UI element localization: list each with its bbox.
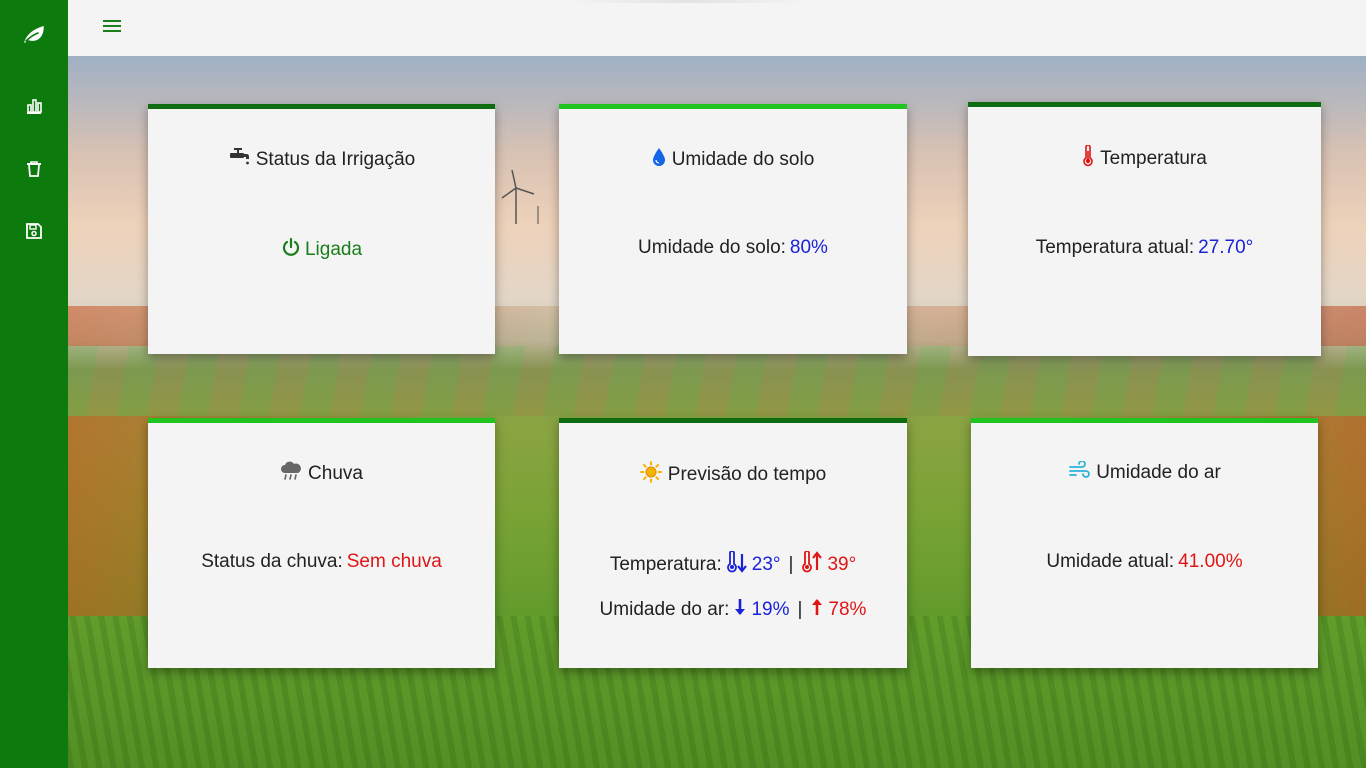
sidebar-item-home[interactable] <box>0 16 68 56</box>
sun-icon <box>639 461 662 489</box>
temperature-label: Temperatura atual: <box>1035 237 1195 258</box>
rain-title-text: Chuva <box>308 463 363 484</box>
air-value: 41.00% <box>1178 551 1243 572</box>
forecast-card-title: Previsão do tempo <box>559 461 907 489</box>
forecast-humidity-separator: | <box>797 599 803 620</box>
irrigation-card: Status da Irrigação Ligada <box>148 104 495 354</box>
faucet-icon <box>228 147 250 173</box>
sidebar-item-delete[interactable] <box>0 151 68 191</box>
temp-low-icon <box>726 550 748 579</box>
rain-status-reading: Status da chuva: Sem chuva <box>148 551 495 573</box>
forecast-temp-min: 23° <box>751 554 781 575</box>
temperature-reading: Temperatura atual: 27.70° <box>968 237 1321 259</box>
top-bar <box>68 0 1366 56</box>
soil-label: Umidade do solo: <box>638 237 786 258</box>
wind-icon <box>1068 460 1091 485</box>
irrigation-status-text: Ligada <box>304 239 363 260</box>
soil-humidity-card: Umidade do solo Umidade do solo: 80% <box>559 104 907 354</box>
forecast-temp-separator: | <box>788 554 794 575</box>
temperature-card: Temperatura Temperatura atual: 27.70° <box>968 102 1321 356</box>
temp-high-icon <box>801 550 823 579</box>
temperature-card-title: Temperatura <box>968 144 1321 173</box>
irrigation-status: Ligada <box>148 237 495 263</box>
rain-card-title: Chuva <box>148 461 495 487</box>
water-drop-icon <box>652 147 666 173</box>
forecast-temperature-row: Temperatura: 23° | 39° <box>559 550 907 579</box>
forecast-humidity-max: 78% <box>828 599 867 620</box>
temperature-value: 27.70° <box>1198 237 1254 258</box>
rain-card: Chuva Status da chuva: Sem chuva <box>148 418 495 668</box>
arrow-up-icon <box>810 597 824 623</box>
cloud-rain-icon <box>280 461 302 487</box>
sidebar-item-save[interactable] <box>0 213 68 253</box>
menu-toggle-button[interactable] <box>100 16 124 40</box>
temperature-title-text: Temperatura <box>1100 148 1207 169</box>
air-title-text: Umidade do ar <box>1096 462 1221 483</box>
hamburger-menu-icon <box>103 19 121 38</box>
leaf-icon <box>22 24 46 49</box>
forecast-humidity-label: Umidade do ar: <box>599 599 730 620</box>
soil-humidity-reading: Umidade do solo: 80% <box>559 237 907 259</box>
bar-chart-icon <box>25 97 43 120</box>
soil-title-text: Umidade do solo <box>671 149 815 170</box>
forecast-humidity-row: Umidade do ar: 19% | 78% <box>559 597 907 623</box>
sidebar-item-charts[interactable] <box>0 88 68 128</box>
forecast-title-text: Previsão do tempo <box>667 464 827 485</box>
sidebar <box>0 0 68 768</box>
forecast-card: Previsão do tempo Temperatura: 23° | 39°… <box>559 418 907 668</box>
air-card-title: Umidade do ar <box>971 460 1318 485</box>
thermometer-icon <box>1082 144 1094 173</box>
soil-card-title: Umidade do solo <box>559 147 907 173</box>
forecast-temp-max: 39° <box>827 554 857 575</box>
wind-turbine-decoration <box>501 169 539 224</box>
top-bar-decoration <box>568 0 808 3</box>
trash-icon <box>26 160 42 183</box>
soil-value: 80% <box>789 237 828 258</box>
air-humidity-card: Umidade do ar Umidade atual: 41.00% <box>971 418 1318 668</box>
air-label: Umidade atual: <box>1046 551 1175 572</box>
rain-label: Status da chuva: <box>201 551 343 572</box>
irrigation-card-title: Status da Irrigação <box>148 147 495 173</box>
arrow-down-icon <box>733 597 747 623</box>
forecast-temp-label: Temperatura: <box>609 554 722 575</box>
forecast-humidity-min: 19% <box>751 599 790 620</box>
irrigation-title-text: Status da Irrigação <box>255 149 416 170</box>
rain-value: Sem chuva <box>346 551 442 572</box>
power-icon <box>281 237 301 263</box>
air-humidity-reading: Umidade atual: 41.00% <box>971 551 1318 573</box>
save-icon <box>25 222 43 245</box>
